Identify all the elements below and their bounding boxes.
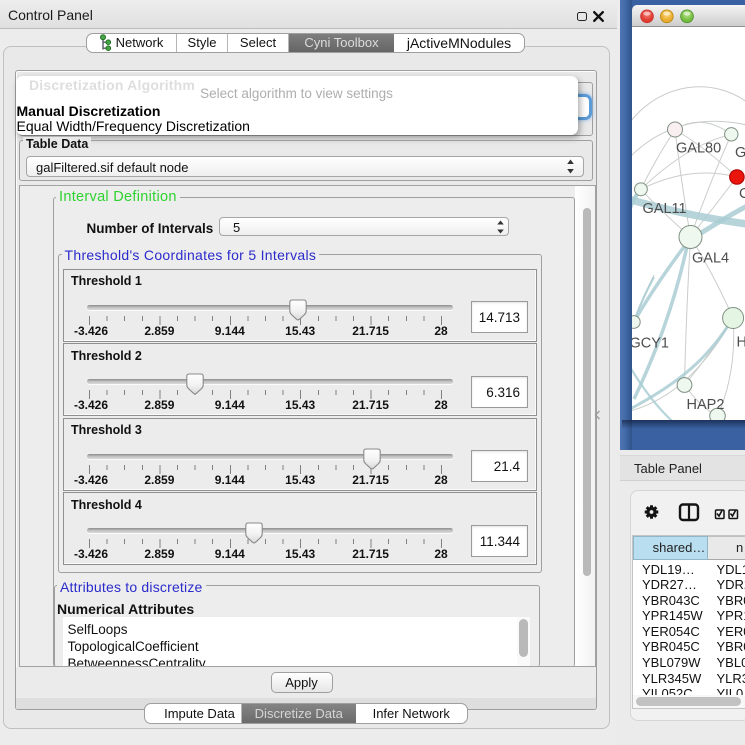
svg-text:HAP2: HAP2 (687, 397, 725, 413)
svg-text:GAL80: GAL80 (676, 141, 721, 157)
svg-text:GCY1: GCY1 (632, 336, 669, 352)
svg-text:H: H (737, 335, 745, 351)
svg-text:GAL4: GAL4 (692, 251, 729, 267)
svg-text:C: C (739, 186, 745, 202)
svg-text:GAL11: GAL11 (643, 201, 687, 217)
svg-text:GA: GA (735, 145, 745, 161)
